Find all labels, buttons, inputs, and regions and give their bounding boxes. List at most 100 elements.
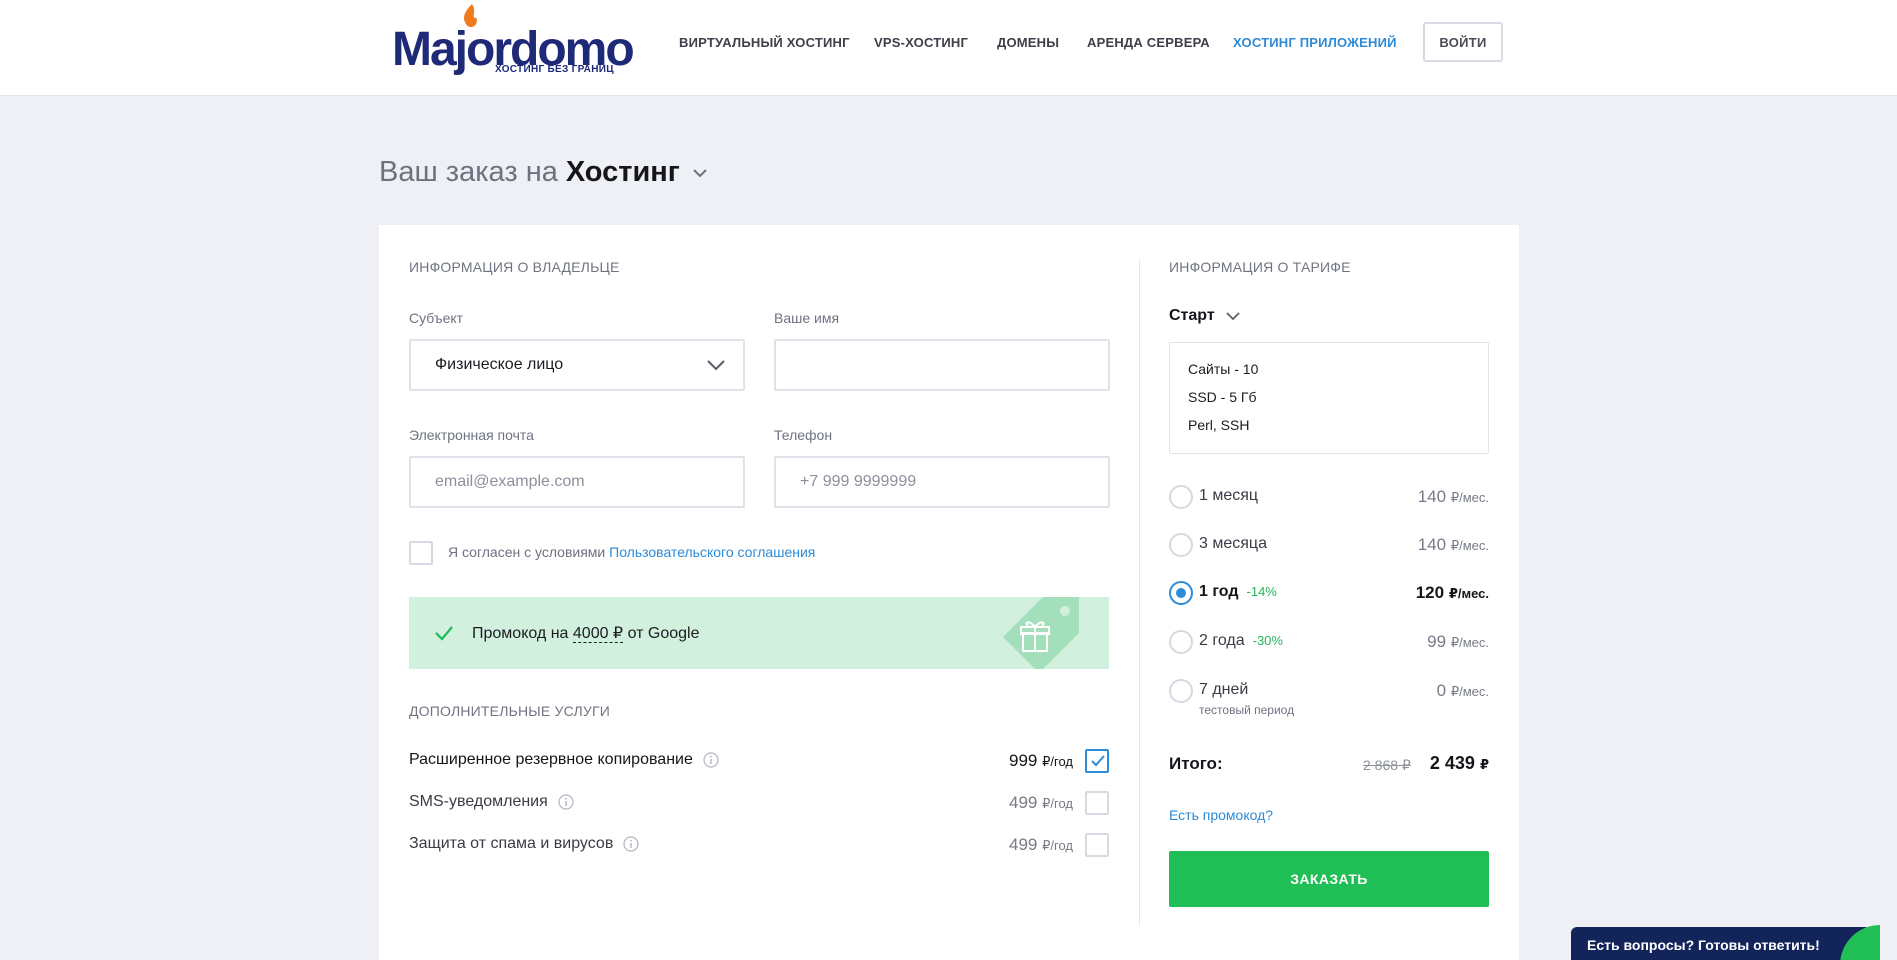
- tariff-name: Старт: [1169, 307, 1215, 324]
- nav-vps-hosting[interactable]: VPS-ХОСТИНГ: [874, 35, 968, 50]
- nav-app-hosting[interactable]: ХОСТИНГ ПРИЛОЖЕНИЙ: [1233, 35, 1397, 50]
- price-unit: ₽/мес.: [1450, 490, 1489, 505]
- page-title-product: Хостинг: [565, 156, 680, 188]
- price-value: 0: [1436, 681, 1447, 700]
- service-row-antispam: Защита от спама и вирусов 499 ₽/год: [409, 831, 1109, 859]
- chat-widget[interactable]: Есть вопросы? Готовы ответить!: [1571, 927, 1871, 960]
- period-label: 3 месяца: [1199, 535, 1267, 552]
- nav-virtual-hosting[interactable]: ВИРТУАЛЬНЫЙ ХОСТИНГ: [679, 35, 850, 50]
- period-label: 7 дней: [1199, 681, 1249, 698]
- feature-item: Сайты - 10: [1188, 361, 1259, 377]
- period-label: 1 месяц: [1199, 487, 1259, 504]
- order-card: ИНФОРМАЦИЯ О ВЛАДЕЛЬЦЕ Субъект Физическо…: [379, 225, 1519, 960]
- flame-icon: [464, 4, 477, 27]
- page-title[interactable]: Ваш заказ на Хостинг: [379, 156, 708, 189]
- price-value: 140: [1417, 535, 1447, 554]
- promo-amount[interactable]: 4000 ₽: [572, 625, 624, 643]
- backup-checkbox[interactable]: [1085, 749, 1109, 773]
- subject-select[interactable]: Физическое лицо: [409, 339, 745, 391]
- period-price: 140 ₽/мес.: [1418, 535, 1489, 555]
- period-sublabel: тестовый период: [1199, 703, 1295, 717]
- period-price: 99 ₽/мес.: [1427, 632, 1489, 652]
- price-unit: ₽/год: [1042, 838, 1073, 853]
- sms-checkbox[interactable]: [1085, 791, 1109, 815]
- phone-input[interactable]: [774, 456, 1110, 508]
- price-value: 499: [1009, 793, 1038, 812]
- period-label: 1 год -14%: [1199, 583, 1277, 601]
- promo-banner: Промокод на 4000 ₽ от Google: [409, 597, 1109, 669]
- price-unit: ₽/год: [1042, 796, 1073, 811]
- price-unit: ₽/мес.: [1450, 635, 1489, 650]
- service-name-text: Расширенное резервное копирование: [409, 751, 693, 768]
- period-option-3-months[interactable]: 3 месяца 140 ₽/мес.: [1169, 531, 1489, 561]
- chevron-down-icon: [693, 168, 707, 177]
- discount-badge: -14%: [1246, 584, 1277, 599]
- total-price-unit: ₽: [1479, 757, 1489, 772]
- majordomo-logo[interactable]: Majordomo ХОСТИНГ БЕЗ ГРАНИЦ: [392, 4, 635, 80]
- info-icon[interactable]: [558, 794, 574, 810]
- service-price: 499 ₽/год: [1009, 793, 1073, 813]
- period-label: 2 года -30%: [1199, 632, 1283, 650]
- nav-server-rent[interactable]: АРЕНДА СЕРВЕРА: [1087, 35, 1210, 50]
- total-label: Итого:: [1169, 754, 1223, 773]
- promo-text-before: Промокод на: [472, 625, 569, 642]
- period-radio[interactable]: [1169, 630, 1193, 654]
- feature-item: SSD - 5 Гб: [1188, 389, 1257, 405]
- check-icon: [1091, 755, 1105, 767]
- site-header: Majordomo ХОСТИНГ БЕЗ ГРАНИЦ ВИРТУАЛЬНЫЙ…: [0, 0, 1897, 96]
- promo-code-link[interactable]: Есть промокод?: [1169, 807, 1273, 823]
- price-unit: ₽/мес.: [1450, 538, 1489, 553]
- period-price: 120 ₽/мес.: [1416, 583, 1489, 603]
- period-option-7-days[interactable]: 7 дней тестовый период 0 ₽/мес.: [1169, 677, 1489, 721]
- order-button[interactable]: ЗАКАЗАТЬ: [1169, 851, 1489, 907]
- period-option-1-month[interactable]: 1 месяц 140 ₽/мес.: [1169, 483, 1489, 513]
- name-input[interactable]: [774, 339, 1110, 391]
- feature-item: Perl, SSH: [1188, 417, 1250, 433]
- tariff-section-label: ИНФОРМАЦИЯ О ТАРИФЕ: [1169, 259, 1351, 275]
- period-radio[interactable]: [1169, 679, 1193, 703]
- user-agreement-link[interactable]: Пользовательского соглашения: [609, 544, 815, 560]
- nav-domains[interactable]: ДОМЕНЫ: [997, 35, 1059, 50]
- gift-tag-icon: [1003, 597, 1079, 669]
- service-name: Расширенное резервное копирование: [409, 751, 719, 769]
- service-row-sms: SMS-уведомления 499 ₽/год: [409, 789, 1109, 817]
- info-icon[interactable]: [703, 752, 719, 768]
- total-price-value: 2 439: [1429, 753, 1475, 773]
- agree-text: Я согласен с условиями Пользовательского…: [448, 544, 815, 560]
- period-radio[interactable]: [1169, 581, 1193, 605]
- discount-badge: -30%: [1252, 633, 1283, 648]
- total-price: 2 439 ₽: [1430, 753, 1489, 774]
- period-radio[interactable]: [1169, 485, 1193, 509]
- email-input[interactable]: [409, 456, 745, 508]
- period-label-text: 1 год: [1199, 583, 1239, 600]
- email-label: Электронная почта: [409, 427, 534, 443]
- price-unit: ₽/мес.: [1448, 586, 1489, 601]
- chat-widget-label: Есть вопросы? Готовы ответить!: [1587, 937, 1820, 953]
- chevron-down-icon: [707, 360, 725, 371]
- price-value: 140: [1417, 487, 1447, 506]
- service-price: 499 ₽/год: [1009, 835, 1073, 855]
- total-old-price: 2 868 ₽: [1363, 757, 1411, 773]
- info-icon[interactable]: [623, 836, 639, 852]
- services-section-label: ДОПОЛНИТЕЛЬНЫЕ УСЛУГИ: [409, 703, 610, 719]
- promo-text: Промокод на 4000 ₽ от Google: [472, 623, 699, 643]
- owner-section-label: ИНФОРМАЦИЯ О ВЛАДЕЛЬЦЕ: [409, 259, 620, 275]
- column-divider: [1139, 259, 1140, 926]
- period-option-2-years[interactable]: 2 года -30% 99 ₽/мес.: [1169, 628, 1489, 658]
- service-name-text: SMS-уведомления: [409, 793, 548, 810]
- antispam-checkbox[interactable]: [1085, 833, 1109, 857]
- page-title-prefix: Ваш заказ на: [379, 156, 558, 188]
- period-option-1-year[interactable]: 1 год -14% 120 ₽/мес.: [1169, 579, 1489, 609]
- period-price: 0 ₽/мес.: [1437, 681, 1489, 701]
- period-radio[interactable]: [1169, 533, 1193, 557]
- service-name: Защита от спама и вирусов: [409, 835, 639, 853]
- period-price: 140 ₽/мес.: [1418, 487, 1489, 507]
- tariff-select[interactable]: Старт: [1169, 307, 1241, 325]
- subject-label: Субъект: [409, 310, 464, 326]
- service-name: SMS-уведомления: [409, 793, 574, 811]
- price-value: 120: [1415, 583, 1445, 602]
- service-name-text: Защита от спама и вирусов: [409, 835, 614, 852]
- price-unit: ₽/мес.: [1450, 684, 1489, 699]
- agree-checkbox[interactable]: [409, 541, 433, 565]
- login-button[interactable]: ВОЙТИ: [1423, 22, 1503, 62]
